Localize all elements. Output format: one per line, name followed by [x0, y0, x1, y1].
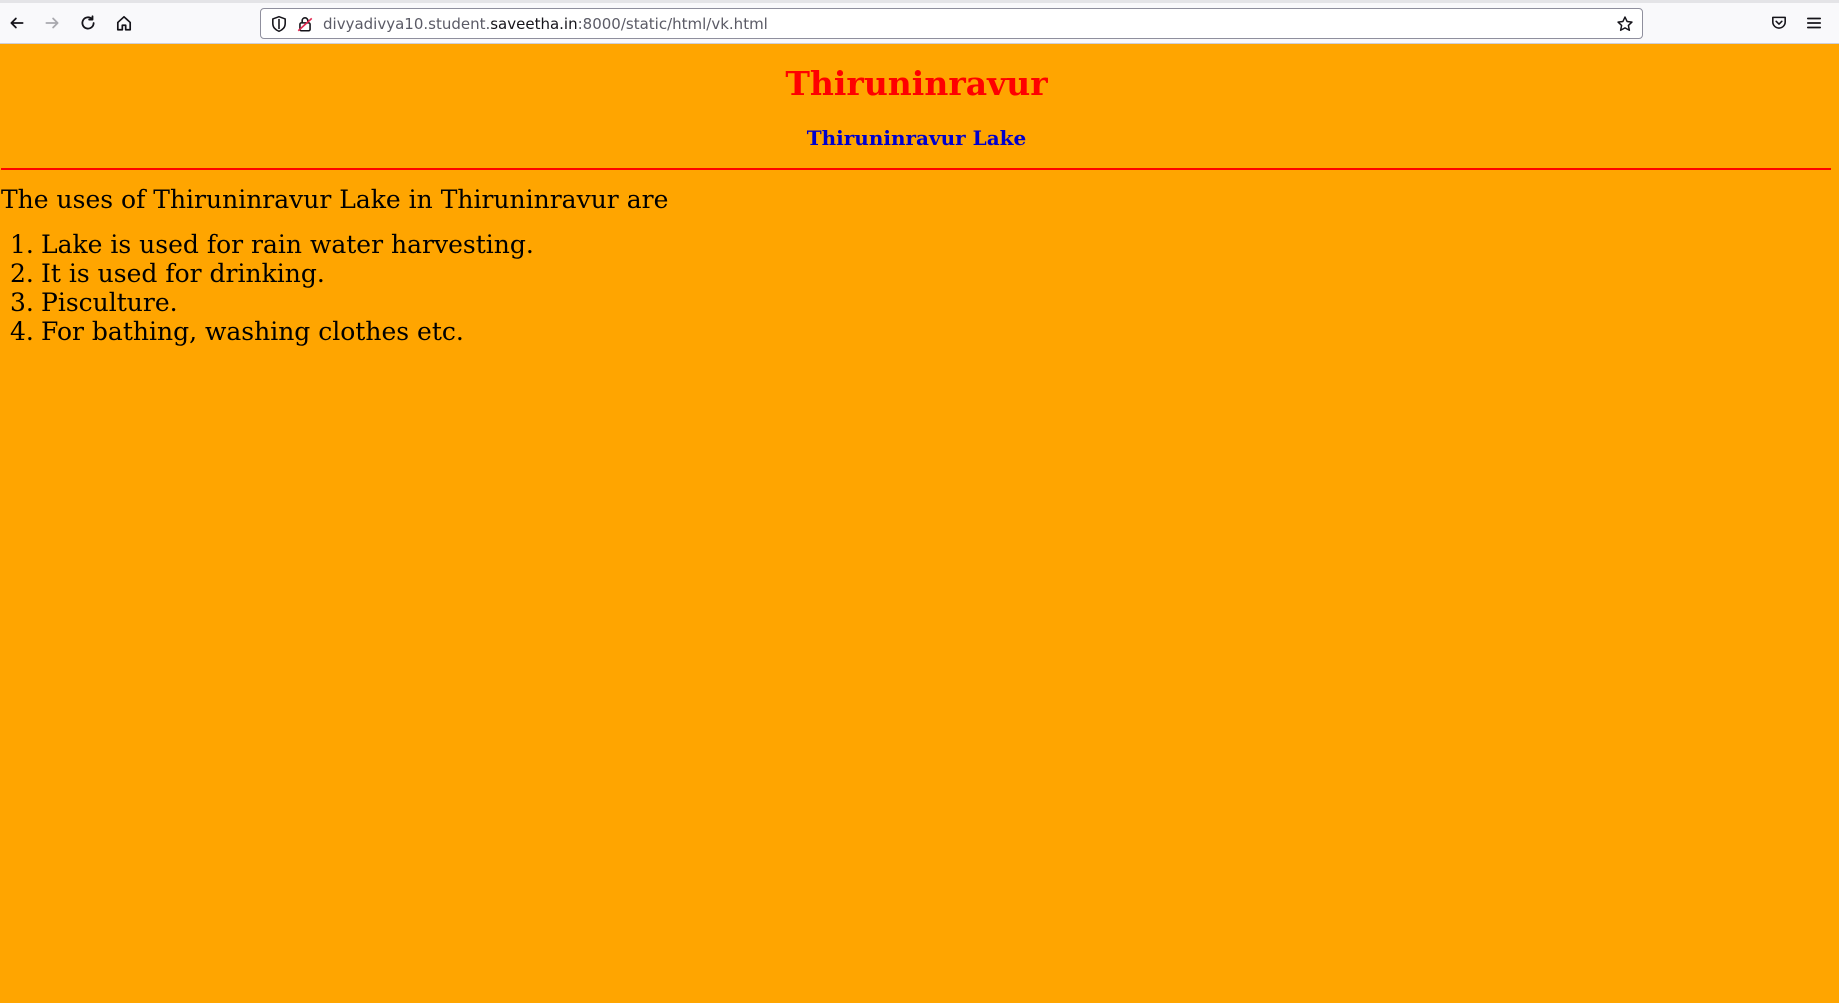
list-number: 2.: [10, 259, 34, 288]
reload-icon[interactable]: [75, 10, 101, 36]
list-number: 1.: [10, 230, 34, 259]
browser-toolbar: divyadivya10.student.saveetha.in:8000/st…: [0, 0, 1839, 44]
list-number: 4.: [10, 317, 34, 346]
url-prefix: divyadivya10.student.: [323, 15, 491, 33]
list-item: 3. Pisculture.: [0, 288, 534, 317]
list-item-text: Lake is used for rain water harvesting.: [41, 230, 534, 259]
back-arrow-icon[interactable]: [4, 10, 30, 36]
list-item: 1. Lake is used for rain water harvesting…: [0, 230, 534, 259]
uses-list: 1. Lake is used for rain water harvesting…: [0, 230, 534, 346]
shield-icon[interactable]: [270, 15, 288, 33]
page-title: Thiruninravur: [785, 64, 1048, 103]
lock-icon[interactable]: [296, 15, 314, 33]
forward-arrow-icon[interactable]: [39, 10, 65, 36]
url-text[interactable]: divyadivya10.student.saveetha.in:8000/st…: [323, 15, 768, 33]
list-item-text: Pisculture.: [41, 288, 178, 317]
intro-text: The uses of Thiruninravur Lake in Thirun…: [1, 185, 669, 214]
url-host: saveetha.in: [490, 15, 578, 33]
url-suffix: :8000/static/html/vk.html: [577, 15, 768, 33]
horizontal-rule: [1, 168, 1831, 170]
url-bar[interactable]: divyadivya10.student.saveetha.in:8000/st…: [260, 8, 1643, 39]
hamburger-menu-icon[interactable]: [1801, 10, 1827, 36]
page-content: Thiruninravur Thiruninravur Lake The use…: [0, 44, 1839, 1003]
tab-strip-edge: [0, 0, 1839, 3]
list-number: 3.: [10, 288, 34, 317]
list-item-text: For bathing, washing clothes etc.: [41, 317, 464, 346]
list-item: 2. It is used for drinking.: [0, 259, 534, 288]
pocket-icon[interactable]: [1766, 10, 1792, 36]
list-item: 4. For bathing, washing clothes etc.: [0, 317, 534, 346]
page-subtitle: Thiruninravur Lake: [806, 126, 1027, 150]
list-item-text: It is used for drinking.: [41, 259, 325, 288]
home-icon[interactable]: [111, 10, 137, 36]
star-icon[interactable]: [1616, 15, 1634, 33]
